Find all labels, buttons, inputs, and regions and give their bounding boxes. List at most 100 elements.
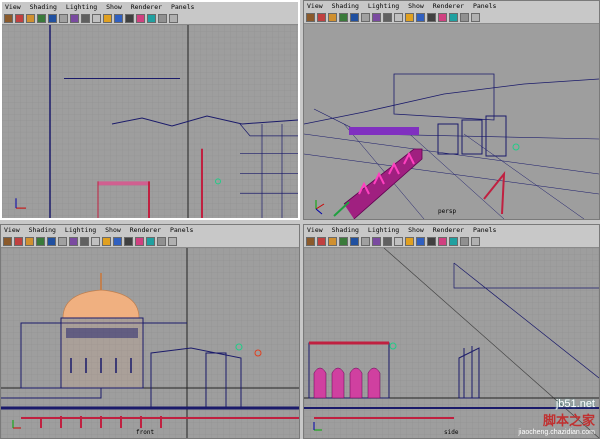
toolbar-button-2[interactable] xyxy=(328,12,337,22)
menu-shading[interactable]: Shading xyxy=(332,226,359,234)
toolbar-button-2[interactable] xyxy=(328,236,337,246)
toolbar-button-9[interactable] xyxy=(405,12,414,22)
menu-view[interactable]: View xyxy=(5,3,21,11)
toolbar-button-14[interactable] xyxy=(158,13,167,23)
viewport-persp[interactable]: View Shading Lighting Show Renderer Pane… xyxy=(303,0,600,220)
toolbar-button-3[interactable] xyxy=(36,236,45,246)
toolbar-button-1[interactable] xyxy=(14,236,23,246)
toolbar-button-8[interactable] xyxy=(91,236,100,246)
toolbar-button-10[interactable] xyxy=(114,13,123,23)
toolbar-button-7[interactable] xyxy=(383,12,392,22)
toolbar-button-10[interactable] xyxy=(113,236,122,246)
toolbar-button-13[interactable] xyxy=(449,236,458,246)
persp-view-canvas[interactable]: persp xyxy=(304,24,599,219)
menu-show[interactable]: Show xyxy=(408,2,424,10)
toolbar-button-0[interactable] xyxy=(4,13,13,23)
toolbar-button-4[interactable] xyxy=(350,12,359,22)
side-view-canvas[interactable]: side jb51.net 脚本之家 jiaocheng.chazidian.c… xyxy=(304,248,599,438)
toolbar-button-11[interactable] xyxy=(427,12,436,22)
menu-renderer[interactable]: Renderer xyxy=(433,2,464,10)
toolbar-button-1[interactable] xyxy=(15,13,24,23)
panel-menubar: View Shading Lighting Show Renderer Pane… xyxy=(1,225,299,235)
toolbar-button-12[interactable] xyxy=(136,13,145,23)
menu-shading[interactable]: Shading xyxy=(29,226,56,234)
toolbar-button-15[interactable] xyxy=(169,13,178,23)
toolbar-button-10[interactable] xyxy=(416,12,425,22)
toolbar-button-10[interactable] xyxy=(416,236,425,246)
top-view-canvas[interactable] xyxy=(2,25,298,218)
toolbar-button-5[interactable] xyxy=(361,236,370,246)
toolbar-button-8[interactable] xyxy=(92,13,101,23)
toolbar-button-12[interactable] xyxy=(135,236,144,246)
front-view-canvas[interactable]: front xyxy=(1,248,299,438)
toolbar-button-15[interactable] xyxy=(168,236,177,246)
toolbar-button-7[interactable] xyxy=(80,236,89,246)
menu-renderer[interactable]: Renderer xyxy=(131,3,162,11)
toolbar-button-14[interactable] xyxy=(460,236,469,246)
menu-view[interactable]: View xyxy=(307,2,323,10)
toolbar-button-7[interactable] xyxy=(383,236,392,246)
toolbar-button-6[interactable] xyxy=(372,236,381,246)
menu-shading[interactable]: Shading xyxy=(332,2,359,10)
toolbar-button-8[interactable] xyxy=(394,236,403,246)
toolbar-button-11[interactable] xyxy=(125,13,134,23)
toolbar-button-2[interactable] xyxy=(26,13,35,23)
toolbar-button-9[interactable] xyxy=(103,13,112,23)
menu-lighting[interactable]: Lighting xyxy=(65,226,96,234)
menu-show[interactable]: Show xyxy=(408,226,424,234)
toolbar-button-4[interactable] xyxy=(47,236,56,246)
viewport-top[interactable]: View Shading Lighting Show Renderer Pane… xyxy=(0,0,300,220)
toolbar-button-5[interactable] xyxy=(59,13,68,23)
toolbar-button-14[interactable] xyxy=(157,236,166,246)
toolbar-button-4[interactable] xyxy=(350,236,359,246)
toolbar-button-0[interactable] xyxy=(3,236,12,246)
viewport-front[interactable]: View Shading Lighting Show Renderer Pane… xyxy=(0,224,300,439)
panel-menubar: View Shading Lighting Show Renderer Pane… xyxy=(304,225,599,235)
menu-view[interactable]: View xyxy=(307,226,323,234)
menu-shading[interactable]: Shading xyxy=(30,3,57,11)
toolbar-button-9[interactable] xyxy=(405,236,414,246)
toolbar-button-7[interactable] xyxy=(81,13,90,23)
toolbar-button-13[interactable] xyxy=(146,236,155,246)
toolbar-button-2[interactable] xyxy=(25,236,34,246)
menu-view[interactable]: View xyxy=(4,226,20,234)
menu-panels[interactable]: Panels xyxy=(170,226,193,234)
menu-show[interactable]: Show xyxy=(105,226,121,234)
toolbar-button-6[interactable] xyxy=(372,12,381,22)
toolbar-button-8[interactable] xyxy=(394,12,403,22)
toolbar-button-6[interactable] xyxy=(69,236,78,246)
menu-show[interactable]: Show xyxy=(106,3,122,11)
menu-panels[interactable]: Panels xyxy=(473,2,496,10)
toolbar-button-0[interactable] xyxy=(306,12,315,22)
toolbar-button-15[interactable] xyxy=(471,236,480,246)
menu-lighting[interactable]: Lighting xyxy=(368,2,399,10)
toolbar-button-12[interactable] xyxy=(438,12,447,22)
panel-toolbar xyxy=(304,235,599,248)
toolbar-button-0[interactable] xyxy=(306,236,315,246)
viewport-side[interactable]: View Shading Lighting Show Renderer Pane… xyxy=(303,224,600,439)
menu-lighting[interactable]: Lighting xyxy=(66,3,97,11)
toolbar-button-1[interactable] xyxy=(317,12,326,22)
menu-renderer[interactable]: Renderer xyxy=(130,226,161,234)
toolbar-button-14[interactable] xyxy=(460,12,469,22)
toolbar-button-11[interactable] xyxy=(427,236,436,246)
toolbar-button-4[interactable] xyxy=(48,13,57,23)
toolbar-button-1[interactable] xyxy=(317,236,326,246)
menu-panels[interactable]: Panels xyxy=(171,3,194,11)
toolbar-button-13[interactable] xyxy=(449,12,458,22)
toolbar-button-3[interactable] xyxy=(339,236,348,246)
menu-lighting[interactable]: Lighting xyxy=(368,226,399,234)
menu-renderer[interactable]: Renderer xyxy=(433,226,464,234)
toolbar-button-15[interactable] xyxy=(471,12,480,22)
toolbar-button-9[interactable] xyxy=(102,236,111,246)
toolbar-button-3[interactable] xyxy=(37,13,46,23)
toolbar-button-13[interactable] xyxy=(147,13,156,23)
menu-panels[interactable]: Panels xyxy=(473,226,496,234)
toolbar-button-6[interactable] xyxy=(70,13,79,23)
toolbar-button-12[interactable] xyxy=(438,236,447,246)
toolbar-button-3[interactable] xyxy=(339,12,348,22)
toolbar-button-11[interactable] xyxy=(124,236,133,246)
toolbar-button-5[interactable] xyxy=(361,12,370,22)
camera-label: front xyxy=(136,429,155,436)
toolbar-button-5[interactable] xyxy=(58,236,67,246)
